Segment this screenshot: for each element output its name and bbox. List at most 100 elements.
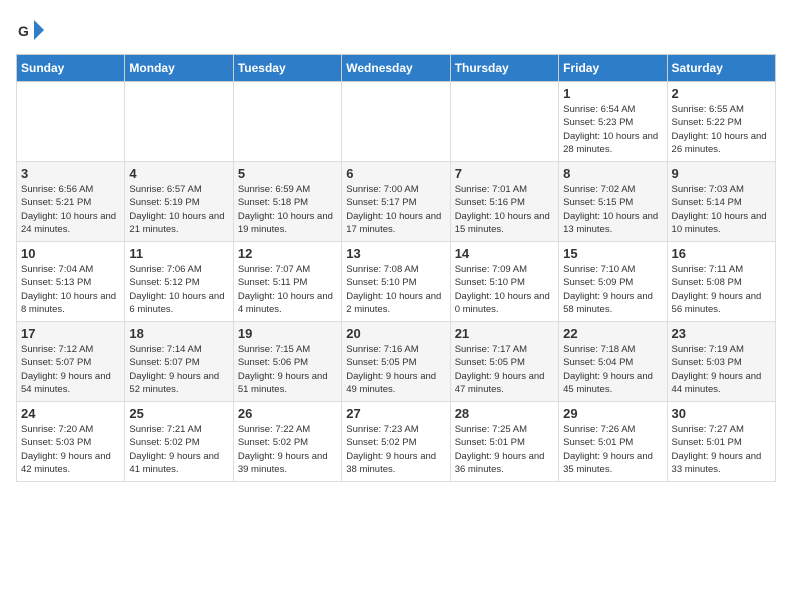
calendar-cell: 17Sunrise: 7:12 AM Sunset: 5:07 PM Dayli… <box>17 322 125 402</box>
calendar-cell: 13 Sunrise: 7:08 AM Sunset: 5:10 PM Dayli… <box>342 242 450 322</box>
day-number: 5 <box>238 166 337 181</box>
day-info: Sunrise: 7:19 AM Sunset: 5:03 PM Dayligh… <box>672 343 771 396</box>
week-row-4: 17Sunrise: 7:12 AM Sunset: 5:07 PM Dayli… <box>17 322 776 402</box>
day-info: Sunrise: 6:59 AM Sunset: 5:18 PM Dayligh… <box>238 183 337 236</box>
calendar-cell <box>125 82 233 162</box>
calendar-body: 1 Sunrise: 6:54 AM Sunset: 5:23 PM Daylig… <box>17 82 776 482</box>
calendar-cell: 10 Sunrise: 7:04 AM Sunset: 5:13 PM Dayli… <box>17 242 125 322</box>
calendar-cell: 14Sunrise: 7:09 AM Sunset: 5:10 PM Dayli… <box>450 242 558 322</box>
day-info: Sunrise: 7:15 AM Sunset: 5:06 PM Dayligh… <box>238 343 337 396</box>
calendar-cell: 7Sunrise: 7:01 AM Sunset: 5:16 PM Daylig… <box>450 162 558 242</box>
day-info: Sunrise: 7:11 AM Sunset: 5:08 PM Dayligh… <box>672 263 771 316</box>
svg-text:G: G <box>18 23 29 39</box>
calendar-cell: 9 Sunrise: 7:03 AM Sunset: 5:14 PM Daylig… <box>667 162 775 242</box>
day-number: 11 <box>129 246 228 261</box>
day-header-friday: Friday <box>559 55 667 82</box>
calendar-cell: 12 Sunrise: 7:07 AM Sunset: 5:11 PM Dayli… <box>233 242 341 322</box>
day-info: Sunrise: 7:25 AM Sunset: 5:01 PM Dayligh… <box>455 423 554 476</box>
day-number: 4 <box>129 166 228 181</box>
day-info: Sunrise: 6:57 AM Sunset: 5:19 PM Dayligh… <box>129 183 228 236</box>
day-info: Sunrise: 7:27 AM Sunset: 5:01 PM Dayligh… <box>672 423 771 476</box>
calendar-cell: 20Sunrise: 7:16 AM Sunset: 5:05 PM Dayli… <box>342 322 450 402</box>
calendar-cell: 1 Sunrise: 6:54 AM Sunset: 5:23 PM Daylig… <box>559 82 667 162</box>
day-number: 3 <box>21 166 120 181</box>
day-info: Sunrise: 7:20 AM Sunset: 5:03 PM Dayligh… <box>21 423 120 476</box>
calendar-cell: 16Sunrise: 7:11 AM Sunset: 5:08 PM Dayli… <box>667 242 775 322</box>
day-info: Sunrise: 6:54 AM Sunset: 5:23 PM Dayligh… <box>563 103 662 156</box>
calendar-cell <box>450 82 558 162</box>
calendar-cell: 24 Sunrise: 7:20 AM Sunset: 5:03 PM Dayli… <box>17 402 125 482</box>
week-row-3: 10 Sunrise: 7:04 AM Sunset: 5:13 PM Dayli… <box>17 242 776 322</box>
calendar-cell: 15 Sunrise: 7:10 AM Sunset: 5:09 PM Dayli… <box>559 242 667 322</box>
calendar-cell: 5 Sunrise: 6:59 AM Sunset: 5:18 PM Daylig… <box>233 162 341 242</box>
calendar-cell: 8Sunrise: 7:02 AM Sunset: 5:15 PM Daylig… <box>559 162 667 242</box>
logo-icon: G <box>16 16 44 44</box>
day-number: 28 <box>455 406 554 421</box>
calendar-cell <box>233 82 341 162</box>
day-number: 6 <box>346 166 445 181</box>
calendar-cell <box>17 82 125 162</box>
day-info: Sunrise: 7:07 AM Sunset: 5:11 PM Dayligh… <box>238 263 337 316</box>
day-number: 12 <box>238 246 337 261</box>
day-header-tuesday: Tuesday <box>233 55 341 82</box>
day-number: 13 <box>346 246 445 261</box>
day-info: Sunrise: 7:12 AM Sunset: 5:07 PM Dayligh… <box>21 343 120 396</box>
day-info: Sunrise: 7:17 AM Sunset: 5:05 PM Dayligh… <box>455 343 554 396</box>
day-header-sunday: Sunday <box>17 55 125 82</box>
day-info: Sunrise: 7:08 AM Sunset: 5:10 PM Dayligh… <box>346 263 445 316</box>
day-number: 1 <box>563 86 662 101</box>
day-number: 10 <box>21 246 120 261</box>
day-info: Sunrise: 7:03 AM Sunset: 5:14 PM Dayligh… <box>672 183 771 236</box>
page-header: G <box>16 16 776 44</box>
day-number: 7 <box>455 166 554 181</box>
day-info: Sunrise: 7:14 AM Sunset: 5:07 PM Dayligh… <box>129 343 228 396</box>
calendar-cell: 26Sunrise: 7:22 AM Sunset: 5:02 PM Dayli… <box>233 402 341 482</box>
day-info: Sunrise: 7:02 AM Sunset: 5:15 PM Dayligh… <box>563 183 662 236</box>
week-row-2: 3 Sunrise: 6:56 AM Sunset: 5:21 PM Daylig… <box>17 162 776 242</box>
calendar-cell: 21 Sunrise: 7:17 AM Sunset: 5:05 PM Dayli… <box>450 322 558 402</box>
day-number: 29 <box>563 406 662 421</box>
day-header-wednesday: Wednesday <box>342 55 450 82</box>
calendar-cell: 28 Sunrise: 7:25 AM Sunset: 5:01 PM Dayli… <box>450 402 558 482</box>
day-number: 21 <box>455 326 554 341</box>
day-number: 25 <box>129 406 228 421</box>
day-info: Sunrise: 6:56 AM Sunset: 5:21 PM Dayligh… <box>21 183 120 236</box>
day-number: 27 <box>346 406 445 421</box>
day-info: Sunrise: 7:18 AM Sunset: 5:04 PM Dayligh… <box>563 343 662 396</box>
calendar-cell: 27 Sunrise: 7:23 AM Sunset: 5:02 PM Dayli… <box>342 402 450 482</box>
week-row-5: 24 Sunrise: 7:20 AM Sunset: 5:03 PM Dayli… <box>17 402 776 482</box>
day-info: Sunrise: 7:23 AM Sunset: 5:02 PM Dayligh… <box>346 423 445 476</box>
day-number: 30 <box>672 406 771 421</box>
calendar-cell: 30 Sunrise: 7:27 AM Sunset: 5:01 PM Dayli… <box>667 402 775 482</box>
day-info: Sunrise: 7:06 AM Sunset: 5:12 PM Dayligh… <box>129 263 228 316</box>
calendar-table: SundayMondayTuesdayWednesdayThursdayFrid… <box>16 54 776 482</box>
calendar-cell: 29 Sunrise: 7:26 AM Sunset: 5:01 PM Dayli… <box>559 402 667 482</box>
day-info: Sunrise: 7:26 AM Sunset: 5:01 PM Dayligh… <box>563 423 662 476</box>
calendar-cell: 11 Sunrise: 7:06 AM Sunset: 5:12 PM Dayli… <box>125 242 233 322</box>
calendar-cell: 23Sunrise: 7:19 AM Sunset: 5:03 PM Dayli… <box>667 322 775 402</box>
calendar-header-row: SundayMondayTuesdayWednesdayThursdayFrid… <box>17 55 776 82</box>
calendar-cell: 22 Sunrise: 7:18 AM Sunset: 5:04 PM Dayli… <box>559 322 667 402</box>
day-info: Sunrise: 7:16 AM Sunset: 5:05 PM Dayligh… <box>346 343 445 396</box>
day-info: Sunrise: 7:00 AM Sunset: 5:17 PM Dayligh… <box>346 183 445 236</box>
calendar-cell: 19 Sunrise: 7:15 AM Sunset: 5:06 PM Dayli… <box>233 322 341 402</box>
day-info: Sunrise: 7:04 AM Sunset: 5:13 PM Dayligh… <box>21 263 120 316</box>
day-number: 22 <box>563 326 662 341</box>
day-info: Sunrise: 7:10 AM Sunset: 5:09 PM Dayligh… <box>563 263 662 316</box>
day-number: 24 <box>21 406 120 421</box>
calendar-cell <box>342 82 450 162</box>
day-header-thursday: Thursday <box>450 55 558 82</box>
day-info: Sunrise: 7:22 AM Sunset: 5:02 PM Dayligh… <box>238 423 337 476</box>
day-info: Sunrise: 7:09 AM Sunset: 5:10 PM Dayligh… <box>455 263 554 316</box>
calendar-cell: 6 Sunrise: 7:00 AM Sunset: 5:17 PM Daylig… <box>342 162 450 242</box>
day-number: 18 <box>129 326 228 341</box>
calendar-cell: 18 Sunrise: 7:14 AM Sunset: 5:07 PM Dayli… <box>125 322 233 402</box>
calendar-cell: 4 Sunrise: 6:57 AM Sunset: 5:19 PM Daylig… <box>125 162 233 242</box>
logo: G <box>16 16 48 44</box>
calendar-cell: 2Sunrise: 6:55 AM Sunset: 5:22 PM Daylig… <box>667 82 775 162</box>
day-number: 9 <box>672 166 771 181</box>
day-number: 19 <box>238 326 337 341</box>
day-info: Sunrise: 6:55 AM Sunset: 5:22 PM Dayligh… <box>672 103 771 156</box>
calendar-cell: 3 Sunrise: 6:56 AM Sunset: 5:21 PM Daylig… <box>17 162 125 242</box>
day-number: 15 <box>563 246 662 261</box>
